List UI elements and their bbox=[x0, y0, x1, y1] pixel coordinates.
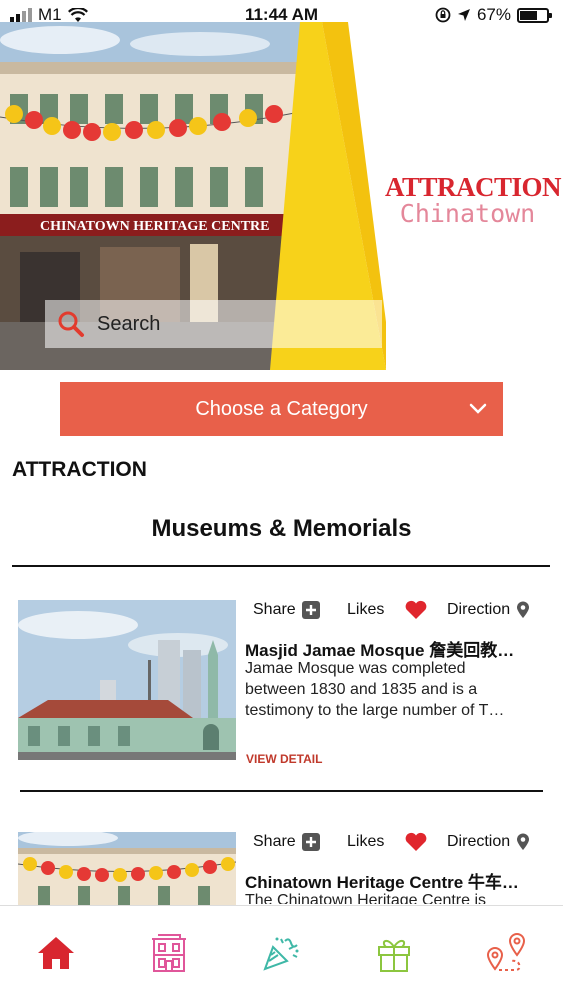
search-icon bbox=[58, 311, 84, 337]
attraction-description: The Chinatown Heritage Centre is bbox=[245, 890, 545, 904]
location-pin-icon bbox=[517, 833, 530, 850]
description-line: Jamae Mosque was completed bbox=[245, 660, 466, 677]
tab-offers[interactable] bbox=[364, 923, 424, 983]
likes-label: Likes bbox=[347, 601, 385, 618]
section-title: ATTRACTION bbox=[12, 458, 147, 481]
heart-icon bbox=[405, 832, 427, 851]
tab-home[interactable] bbox=[26, 923, 86, 983]
rotation-lock-icon bbox=[435, 7, 451, 23]
card-actions: Share Likes Direction bbox=[253, 600, 543, 620]
status-bar: M1 11:44 AM 67% bbox=[0, 0, 563, 30]
hero-banner: CHINATOWN HERITAGE CENTRE ATTRACTION Chi… bbox=[0, 22, 563, 372]
gift-icon bbox=[378, 940, 411, 972]
carrier-label: M1 bbox=[38, 5, 62, 24]
view-detail-link[interactable]: VIEW DETAIL bbox=[246, 752, 322, 766]
heart-icon bbox=[405, 600, 427, 619]
likes-button[interactable]: Likes bbox=[347, 600, 447, 620]
search-bar[interactable]: Search bbox=[45, 300, 382, 348]
plus-box-icon bbox=[301, 833, 320, 851]
brand-logo: ATTRACTION Chinatown bbox=[385, 172, 562, 228]
divider bbox=[12, 565, 550, 567]
signal-icon bbox=[10, 8, 32, 22]
direction-button[interactable]: Direction bbox=[447, 601, 530, 619]
attraction-card[interactable]: Share Likes Direction Masjid Jamae Mosqu… bbox=[18, 600, 548, 770]
category-dropdown[interactable]: Choose a Category bbox=[60, 382, 503, 436]
divider bbox=[20, 790, 543, 792]
attraction-photo bbox=[18, 832, 236, 905]
direction-label: Direction bbox=[447, 601, 511, 618]
direction-label: Direction bbox=[447, 833, 511, 850]
share-button[interactable]: Share bbox=[253, 833, 347, 851]
battery-label: 67% bbox=[476, 5, 511, 24]
battery-icon bbox=[517, 7, 552, 23]
home-icon bbox=[38, 937, 75, 969]
shophouse-icon bbox=[151, 934, 186, 972]
share-label: Share bbox=[253, 833, 296, 850]
attraction-photo bbox=[18, 600, 236, 760]
description-line: between 1830 and 1835 and is a bbox=[245, 681, 478, 698]
location-pin-icon bbox=[517, 601, 530, 618]
share-button[interactable]: Share bbox=[253, 601, 347, 619]
subcategory-title: Museums & Memorials bbox=[151, 515, 412, 542]
location-arrow-icon bbox=[457, 9, 470, 21]
attraction-description: Jamae Mosque was completed between 1830 … bbox=[245, 658, 545, 721]
description-line: testimony to the large number of T… bbox=[245, 702, 505, 719]
plus-box-icon bbox=[301, 601, 320, 619]
category-label: Choose a Category bbox=[195, 397, 368, 420]
likes-button[interactable]: Likes bbox=[347, 832, 447, 852]
status-right: 67% bbox=[435, 5, 552, 25]
wifi-icon bbox=[67, 7, 88, 22]
description-line: The Chinatown Heritage Centre is bbox=[245, 892, 487, 904]
bottom-tab-bar bbox=[0, 905, 563, 1000]
tab-festivals[interactable] bbox=[251, 923, 311, 983]
chevron-down-icon bbox=[469, 403, 487, 414]
tab-heritage[interactable] bbox=[139, 923, 199, 983]
status-left: M1 bbox=[10, 5, 88, 25]
tab-trails[interactable] bbox=[477, 923, 537, 983]
likes-label: Likes bbox=[347, 833, 385, 850]
card-actions: Share Likes Direction bbox=[253, 832, 543, 852]
celebration-icon bbox=[263, 937, 299, 971]
route-icon bbox=[486, 933, 525, 971]
search-input[interactable]: Search bbox=[97, 313, 160, 336]
direction-button[interactable]: Direction bbox=[447, 833, 530, 851]
share-label: Share bbox=[253, 601, 296, 618]
brand-line-2: Chinatown bbox=[399, 199, 536, 228]
